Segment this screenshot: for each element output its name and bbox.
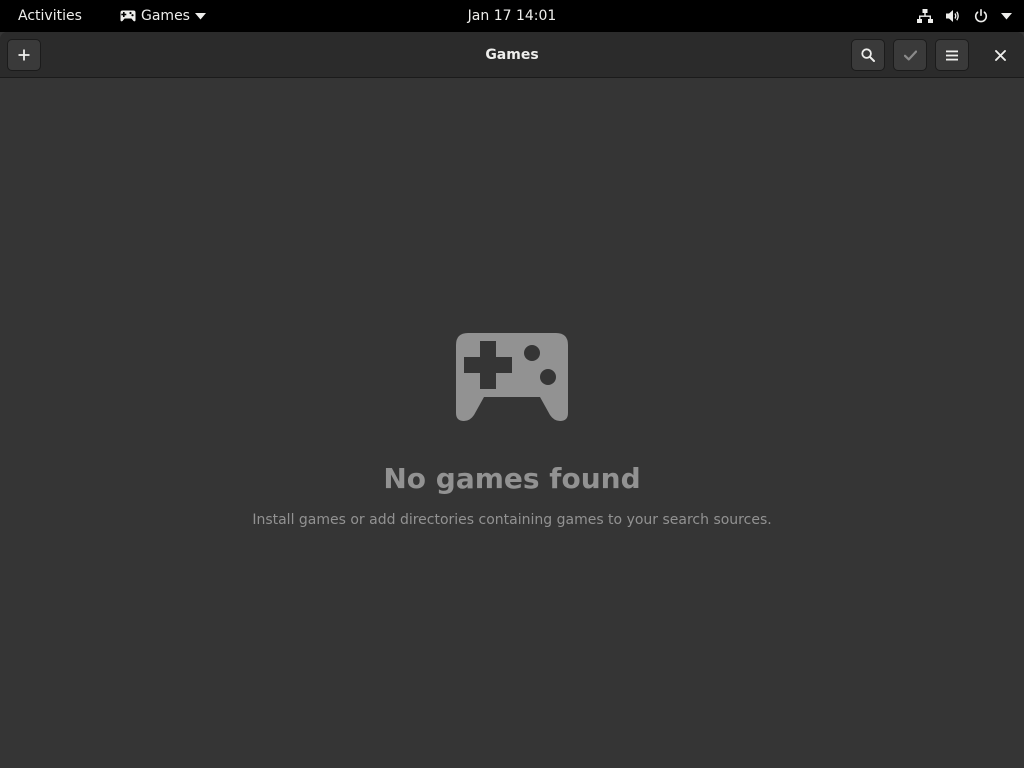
search-icon <box>861 48 875 62</box>
close-icon <box>994 49 1006 61</box>
add-game-button[interactable] <box>7 39 41 71</box>
clock-button[interactable]: Jan 17 14:01 <box>468 8 557 24</box>
gamepad-icon <box>456 333 568 425</box>
power-icon <box>973 8 989 24</box>
chevron-down-icon <box>194 12 206 20</box>
close-window-button[interactable] <box>983 39 1017 71</box>
volume-icon <box>945 8 961 24</box>
header-bar: Games <box>0 32 1024 78</box>
activities-button[interactable]: Activities <box>18 0 82 32</box>
network-wired-icon <box>917 8 933 24</box>
select-button[interactable] <box>893 39 927 71</box>
hamburger-menu-icon <box>946 50 958 61</box>
gamepad-icon <box>120 10 136 22</box>
checkmark-icon <box>903 50 917 61</box>
main-menu-button[interactable] <box>935 39 969 71</box>
empty-state-description: Install games or add directories contain… <box>252 512 772 528</box>
games-window: Games No games found Install games or ad… <box>0 32 1024 768</box>
empty-state-title: No games found <box>383 462 641 495</box>
top-bar: Activities Games Jan 17 14:01 <box>0 0 1024 32</box>
chevron-down-icon <box>1001 12 1012 20</box>
empty-state: No games found Install games or add dire… <box>0 78 1024 768</box>
plus-icon <box>18 49 30 61</box>
system-status-menu[interactable] <box>917 0 1012 32</box>
activities-label: Activities <box>18 8 82 24</box>
search-button[interactable] <box>851 39 885 71</box>
app-menu-button[interactable]: Games <box>120 0 206 32</box>
app-menu-label: Games <box>141 8 190 24</box>
